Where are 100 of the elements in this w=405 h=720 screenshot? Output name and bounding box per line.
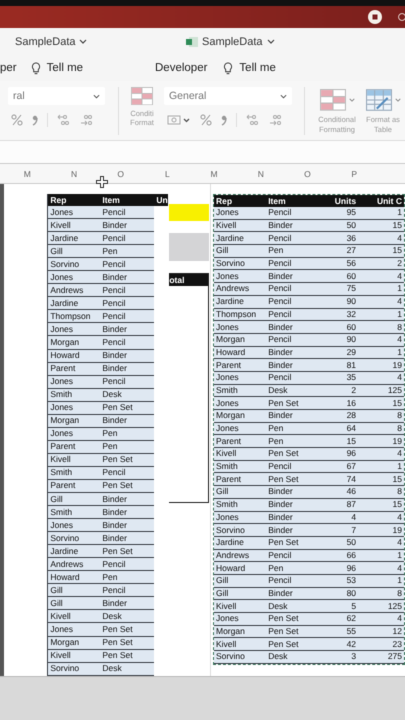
table-cell: 96 [316, 448, 358, 460]
conditional-formatting-icon[interactable] [131, 87, 153, 106]
table-cell: 36 [316, 232, 358, 245]
table-cell: Sorvino [48, 258, 100, 271]
percent-icon[interactable] [11, 114, 23, 126]
table-cell: Smith [48, 466, 100, 480]
table-cell: Pen Set [266, 396, 316, 410]
table-cell: Sorvino [214, 650, 266, 664]
record-icon[interactable] [368, 10, 382, 24]
column-header[interactable]: L [144, 168, 191, 178]
table-cell: Parent [48, 479, 100, 493]
table-cell: 1 [358, 574, 404, 588]
table-cell: Pen [266, 562, 316, 574]
table-cell: Jardine [48, 296, 100, 310]
table-cell: Jones [48, 427, 100, 440]
table-cell: 8 [358, 587, 404, 600]
menu-tab[interactable]: Developer [155, 62, 208, 74]
increase-decimal-icon[interactable] [246, 114, 260, 126]
table-cell: 50 [316, 536, 358, 550]
currency-icon[interactable] [167, 114, 191, 126]
window-title[interactable]: SampleData [202, 36, 263, 48]
comma-style-icon[interactable] [221, 114, 227, 126]
table-cell: 15 [358, 396, 404, 410]
table-cell: Howard [214, 562, 266, 574]
table-cell: Parent [214, 434, 266, 448]
table-style-icon[interactable] [366, 89, 392, 111]
lightbulb-icon[interactable] [30, 62, 41, 74]
table-cell: Sorvino [48, 662, 100, 676]
table-cell: 4 [358, 371, 404, 384]
conditional-formatting-icon[interactable] [320, 89, 346, 111]
table-header-cell: Rep [48, 194, 100, 206]
table-cell: 4 [358, 562, 404, 574]
spreadsheet-icon [186, 36, 198, 46]
table-cell: Jones [48, 206, 100, 219]
chevron-icon[interactable] [78, 39, 87, 44]
table-cell: 74 [316, 472, 358, 486]
table-cell: 90 [316, 333, 358, 346]
table-cell: Binder [100, 349, 154, 362]
column-header[interactable]: O [284, 168, 331, 178]
table-cell: 1 [358, 308, 404, 321]
table-cell: 55 [316, 625, 358, 638]
table-cell: Pencil [100, 466, 154, 480]
table-cell: Smith [214, 384, 266, 397]
table-cell: 56 [316, 257, 358, 270]
table-cell: Jones [214, 396, 266, 410]
caret-icon[interactable] [348, 98, 354, 102]
table-cell: Parent [48, 362, 100, 376]
table-cell: Sorvino [48, 532, 100, 545]
table-cell: Pen Set [100, 479, 154, 493]
table-cell: 15 [358, 244, 404, 258]
table-cell: Pen Set [266, 638, 316, 651]
number-format-dropdown[interactable]: ral [8, 87, 105, 105]
table-cell: Morgan [214, 625, 266, 638]
column-header[interactable]: M [190, 168, 238, 178]
chevron-icon[interactable] [266, 39, 275, 44]
table-cell: 4 [358, 612, 404, 626]
table-cell: 275 [358, 650, 404, 664]
table-cell: Kivell [214, 600, 266, 612]
caret-icon[interactable] [280, 94, 287, 98]
table-cell: Pencil [100, 310, 154, 323]
table-cell: Morgan [214, 333, 266, 346]
tell-me-search[interactable]: Tell me [46, 62, 84, 74]
menu-tab[interactable]: per [0, 62, 17, 74]
percent-icon[interactable] [200, 114, 212, 126]
table-cell: 75 [316, 282, 358, 296]
table-cell: Morgan [48, 636, 100, 650]
table-cell: Pen [266, 422, 316, 435]
table-cell: 42 [316, 638, 358, 651]
table-cell: Kivell [48, 218, 100, 232]
table-cell: Pencil [266, 460, 316, 473]
table-cell: 1 [358, 282, 404, 296]
increase-decimal-icon[interactable] [57, 114, 71, 126]
window-title[interactable]: SampleData [15, 36, 76, 48]
comma-style-icon[interactable] [32, 114, 38, 126]
table-cell: 32 [316, 308, 358, 321]
table-cell: Sorvino [214, 257, 266, 270]
cloud-icon[interactable] [398, 10, 405, 24]
column-header[interactable]: P [330, 168, 378, 178]
table-cell: Binder [266, 219, 316, 232]
table-cell: Jones [48, 375, 100, 388]
column-header[interactable]: M [4, 168, 51, 178]
column-header[interactable]: N [50, 168, 98, 178]
decrease-decimal-icon[interactable] [269, 114, 283, 126]
table-cell: Pen Set [100, 401, 154, 414]
table-cell: 2 [316, 384, 358, 397]
decrease-decimal-icon[interactable] [80, 114, 94, 126]
column-header[interactable]: O [97, 168, 144, 178]
table-cell: Kivell [214, 219, 266, 232]
table-cell: Jones [214, 422, 266, 435]
table-cell: Thompson [48, 310, 100, 323]
column-header[interactable]: N [237, 168, 284, 178]
table-header-cell: Un [154, 194, 169, 206]
tell-me-search[interactable]: Tell me [239, 62, 276, 74]
caret-icon[interactable] [93, 94, 100, 98]
lightbulb-icon[interactable] [223, 62, 234, 74]
table-cell: Pen Set [266, 472, 316, 486]
caret-icon[interactable] [394, 98, 400, 102]
table-header-cell: Rep [214, 195, 266, 207]
table-cell: Binder [100, 218, 154, 232]
number-format-dropdown[interactable]: General [164, 87, 292, 105]
